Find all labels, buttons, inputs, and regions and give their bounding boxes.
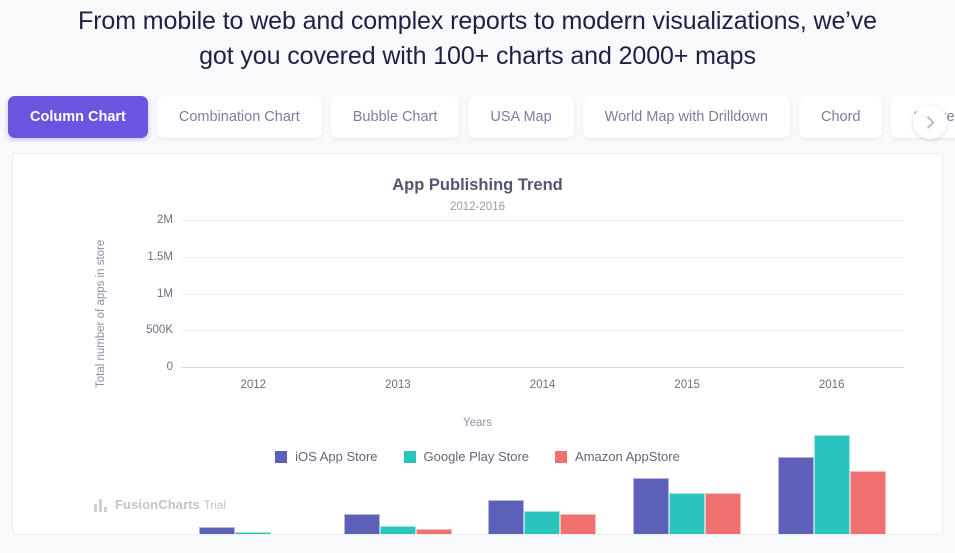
bar-2015-series-2[interactable] — [705, 492, 742, 534]
x-axis-tick-label: 2016 — [818, 379, 845, 391]
x-axis-tick-label: 2015 — [674, 379, 700, 391]
chart-bars — [181, 206, 904, 535]
legend-swatch — [403, 450, 416, 463]
tab-world-map-with-drilldown[interactable]: World Map with Drilldown — [582, 96, 790, 138]
y-axis-tick-label: 1M — [157, 287, 173, 300]
bar-2016-series-0[interactable] — [777, 457, 814, 534]
tab-column-chart[interactable]: Column Chart — [8, 96, 148, 138]
x-axis-title: Years — [463, 417, 492, 429]
watermark-text: FusionCharts Trial — [115, 497, 226, 512]
legend-label: iOS App Store — [295, 449, 378, 464]
watermark-suffix: Trial — [203, 500, 227, 512]
bar-2014-series-2[interactable] — [560, 514, 597, 534]
page-root: From mobile to web and complex reports t… — [0, 0, 955, 553]
tab-label: World Map with Drilldown — [604, 109, 768, 125]
bar-2012-series-0[interactable] — [199, 526, 236, 534]
bar-2016-series-2[interactable] — [849, 470, 886, 534]
bar-2015-series-1[interactable] — [669, 492, 706, 534]
x-axis-tick-label: 2012 — [240, 379, 267, 391]
headline-line-1: From mobile to web and complex reports t… — [78, 7, 877, 35]
bar-chart-icon — [94, 499, 107, 512]
bar-2013-series-0[interactable] — [343, 513, 380, 534]
bar-2014-series-0[interactable] — [488, 500, 525, 534]
tab-label: Column Chart — [30, 109, 126, 125]
x-axis-tick-label: 2014 — [529, 379, 556, 391]
legend-item-amazon-appstore[interactable]: Amazon AppStore — [555, 449, 680, 464]
bar-2013-series-2[interactable] — [415, 529, 452, 534]
tab-bubble-chart[interactable]: Bubble Chart — [330, 96, 460, 138]
bar-2013-series-1[interactable] — [379, 526, 416, 534]
tab-list[interactable]: Column Chart Combination Chart Bubble Char… — [0, 96, 955, 142]
legend-swatch — [275, 450, 288, 463]
tab-combination-chart[interactable]: Combination Chart — [156, 96, 322, 138]
headline-line-2: got you covered with 100+ charts and 200… — [199, 42, 756, 70]
tab-label: Bubble Chart — [352, 109, 438, 125]
chart-legend[interactable]: iOS App Store Google Play Store Amazon App… — [13, 449, 942, 464]
page-headline: From mobile to web and complex reports t… — [0, 0, 955, 74]
chart-plot-area: Total number of apps in store 0 500K 1M 1.5… — [13, 206, 942, 535]
watermark-brand: FusionCharts — [115, 497, 200, 512]
chevron-right-icon — [923, 115, 938, 130]
y-axis-tick-label: 1.5M — [147, 250, 173, 263]
chart-type-tabstrip[interactable]: Column Chart Combination Chart Bubble Char… — [0, 96, 955, 142]
tab-chord[interactable]: Chord — [798, 96, 883, 138]
bar-2014-series-1[interactable] — [524, 510, 561, 534]
legend-label: Amazon AppStore — [575, 449, 680, 464]
legend-item-google-play-store[interactable]: Google Play Store — [403, 449, 530, 464]
y-axis-tick-label: 0 — [166, 361, 173, 373]
tab-label: Combination Chart — [178, 109, 300, 125]
tabstrip-scroll-next-button[interactable] — [913, 105, 947, 139]
bar-2015-series-0[interactable] — [633, 477, 670, 534]
y-axis-tick-label: 2M — [157, 214, 173, 226]
tab-label: Chord — [820, 109, 861, 125]
bar-2012-series-1[interactable] — [235, 532, 272, 534]
bar-2012-series-2[interactable] — [271, 534, 307, 535]
y-axis-tick-labels: 0 500K 1M 1.5M 2M — [113, 206, 173, 534]
tab-usa-map[interactable]: USA Map — [468, 96, 574, 138]
fusioncharts-watermark: FusionCharts Trial — [94, 497, 226, 512]
x-axis-tick-label: 2013 — [385, 379, 411, 391]
chart-panel: App Publishing Trend 2012-2016 Total num… — [12, 153, 943, 535]
legend-swatch — [555, 450, 568, 463]
y-axis-tick-label: 500K — [146, 324, 173, 337]
y-axis-title: Total number of apps in store — [95, 239, 107, 388]
chart-title: App Publishing Trend — [392, 176, 563, 194]
tab-label: USA Map — [490, 109, 552, 125]
legend-label: Google Play Store — [423, 449, 530, 464]
legend-item-ios-app-store[interactable]: iOS App Store — [275, 449, 378, 464]
